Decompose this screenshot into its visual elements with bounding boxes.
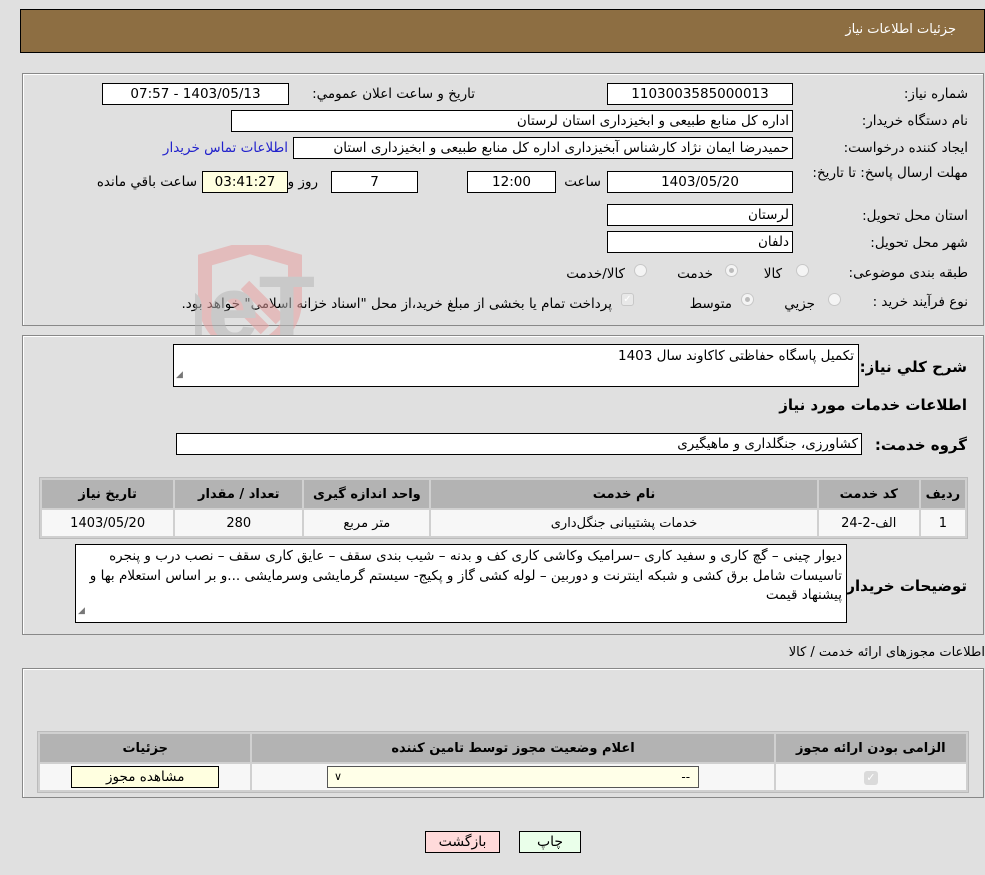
days-field: 7 xyxy=(331,171,418,193)
category-label: طبقه بندی موضوعی: xyxy=(848,265,968,281)
table-row: 1 الف-2-24 خدمات پشتیبانی جنگل‌داری متر … xyxy=(42,510,965,536)
chevron-down-icon: ∨ xyxy=(334,770,343,783)
description-textarea[interactable]: تکمیل پاسگاه حفاظتی کاکاوند سال 1403 ◢ xyxy=(173,344,859,387)
permit-status-value: -- xyxy=(681,770,691,784)
back-button[interactable]: بازگشت xyxy=(425,831,500,853)
col-code: کد خدمت xyxy=(818,480,919,508)
col-qty: تعداد / مقدار xyxy=(175,480,303,508)
buyer-label: نام دستگاه خریدار: xyxy=(861,113,968,129)
treasury-checkbox[interactable]: ✓ xyxy=(621,293,634,306)
cell-required: ✓ xyxy=(775,764,966,790)
cell-row: 1 xyxy=(920,510,965,536)
province-field: لرستان xyxy=(607,204,793,226)
creator-field: حمیدرضا ایمان نژاد کارشناس آبخیزداری ادا… xyxy=(293,137,793,159)
category-option-service: خدمت xyxy=(677,266,713,282)
view-permit-button[interactable]: مشاهده مجوز xyxy=(71,766,220,788)
treasury-note: پرداخت تمام یا بخشی از مبلغ خرید،از محل … xyxy=(181,296,612,312)
creator-label: ایجاد کننده درخواست: xyxy=(843,140,968,156)
resize-grip-icon[interactable]: ◢ xyxy=(176,366,183,385)
province-label: استان محل تحویل: xyxy=(862,208,968,224)
cell-name: خدمات پشتیبانی جنگل‌داری xyxy=(431,510,817,536)
buyer-contact-link[interactable]: اطلاعات تماس خریدار xyxy=(163,140,288,156)
page-title: جزئیات اطلاعات نیاز xyxy=(845,22,956,37)
description-label: شرح کلي نیاز: xyxy=(859,358,967,376)
remaining-label: ساعت باقي مانده xyxy=(96,174,197,190)
service-group-label: گروه خدمت: xyxy=(874,436,967,454)
resize-grip-icon[interactable]: ◢ xyxy=(78,602,85,622)
cell-qty: 280 xyxy=(175,510,303,536)
category-radio-goods[interactable] xyxy=(796,264,809,277)
deadline-date-field: 1403/05/20 xyxy=(607,171,793,193)
days-label: روز و xyxy=(287,174,318,190)
process-option-medium: متوسط xyxy=(689,296,732,312)
col-details: جزئیات xyxy=(40,734,251,762)
category-option-goods-service: کالا/خدمت xyxy=(566,266,625,282)
announce-label: تاریخ و ساعت اعلان عمومي: xyxy=(312,86,475,102)
need-number-field: 1103003585000013 xyxy=(607,83,793,105)
category-option-goods: کالا xyxy=(763,266,782,282)
col-row: ردیف xyxy=(920,480,965,508)
services-section-title: اطلاعات خدمات مورد نیاز xyxy=(779,396,967,414)
cell-unit: متر مربع xyxy=(304,510,430,536)
page-header: جزئیات اطلاعات نیاز xyxy=(20,9,985,53)
deadline-label: مهلت ارسال پاسخ: تا تاریخ: xyxy=(812,165,968,181)
permits-section-title: اطلاعات مجوزهای ارائه خدمت / کالا xyxy=(788,645,985,660)
deadline-time-field: 12:00 xyxy=(467,171,556,193)
col-required: الزامی بودن ارائه مجوز xyxy=(775,734,966,762)
remaining-time-field: 03:41:27 xyxy=(202,171,288,193)
process-option-minor: جزيي xyxy=(784,296,815,312)
announce-field: 1403/05/13 - 07:57 xyxy=(102,83,289,105)
buyer-notes-textarea[interactable]: دیوار چینی – گچ کاری و سفید کاری –سرامیک… xyxy=(75,544,847,623)
buyer-notes-label: توضیحات خریدار: xyxy=(840,577,967,595)
process-radio-medium[interactable] xyxy=(741,293,754,306)
col-unit: واحد اندازه گیری xyxy=(304,480,430,508)
permits-table: الزامی بودن ارائه مجوز اعلام وضعیت مجوز … xyxy=(37,731,969,793)
category-radio-service[interactable] xyxy=(725,264,738,277)
permit-status-select[interactable]: -- ∨ xyxy=(327,766,700,788)
buyer-notes-text: دیوار چینی – گچ کاری و سفید کاری –سرامیک… xyxy=(89,548,842,603)
service-group-field: کشاورزی، جنگلداری و ماهیگیری xyxy=(176,433,862,455)
city-field: دلفان xyxy=(607,231,793,253)
city-label: شهر محل تحویل: xyxy=(870,235,968,251)
permits-table-header: الزامی بودن ارائه مجوز اعلام وضعیت مجوز … xyxy=(40,734,966,762)
cell-date: 1403/05/20 xyxy=(42,510,174,536)
col-name: نام خدمت xyxy=(431,480,817,508)
description-text: تکمیل پاسگاه حفاظتی کاکاوند سال 1403 xyxy=(618,348,854,364)
required-checkbox[interactable]: ✓ xyxy=(863,770,878,785)
cell-status: -- ∨ xyxy=(252,764,774,790)
process-label: نوع فرآیند خرید : xyxy=(872,294,968,310)
services-table-header: ردیف کد خدمت نام خدمت واحد اندازه گیری ت… xyxy=(42,480,965,508)
col-date: تاریخ نیاز xyxy=(42,480,174,508)
process-radio-minor[interactable] xyxy=(828,293,841,306)
need-number-label: شماره نیاز: xyxy=(903,86,968,102)
category-radio-goods-service[interactable] xyxy=(634,264,647,277)
table-row: ✓ -- ∨ مشاهده مجوز xyxy=(40,764,966,790)
cell-details: مشاهده مجوز xyxy=(40,764,251,790)
cell-code: الف-2-24 xyxy=(818,510,919,536)
print-button[interactable]: چاپ xyxy=(519,831,581,853)
buyer-field: اداره کل منابع طبیعی و ابخیزداری استان ل… xyxy=(231,110,793,132)
deadline-time-label: ساعت xyxy=(564,174,601,190)
services-table: ردیف کد خدمت نام خدمت واحد اندازه گیری ت… xyxy=(39,477,968,539)
col-status: اعلام وضعیت مجوز توسط تامین کننده xyxy=(252,734,774,762)
